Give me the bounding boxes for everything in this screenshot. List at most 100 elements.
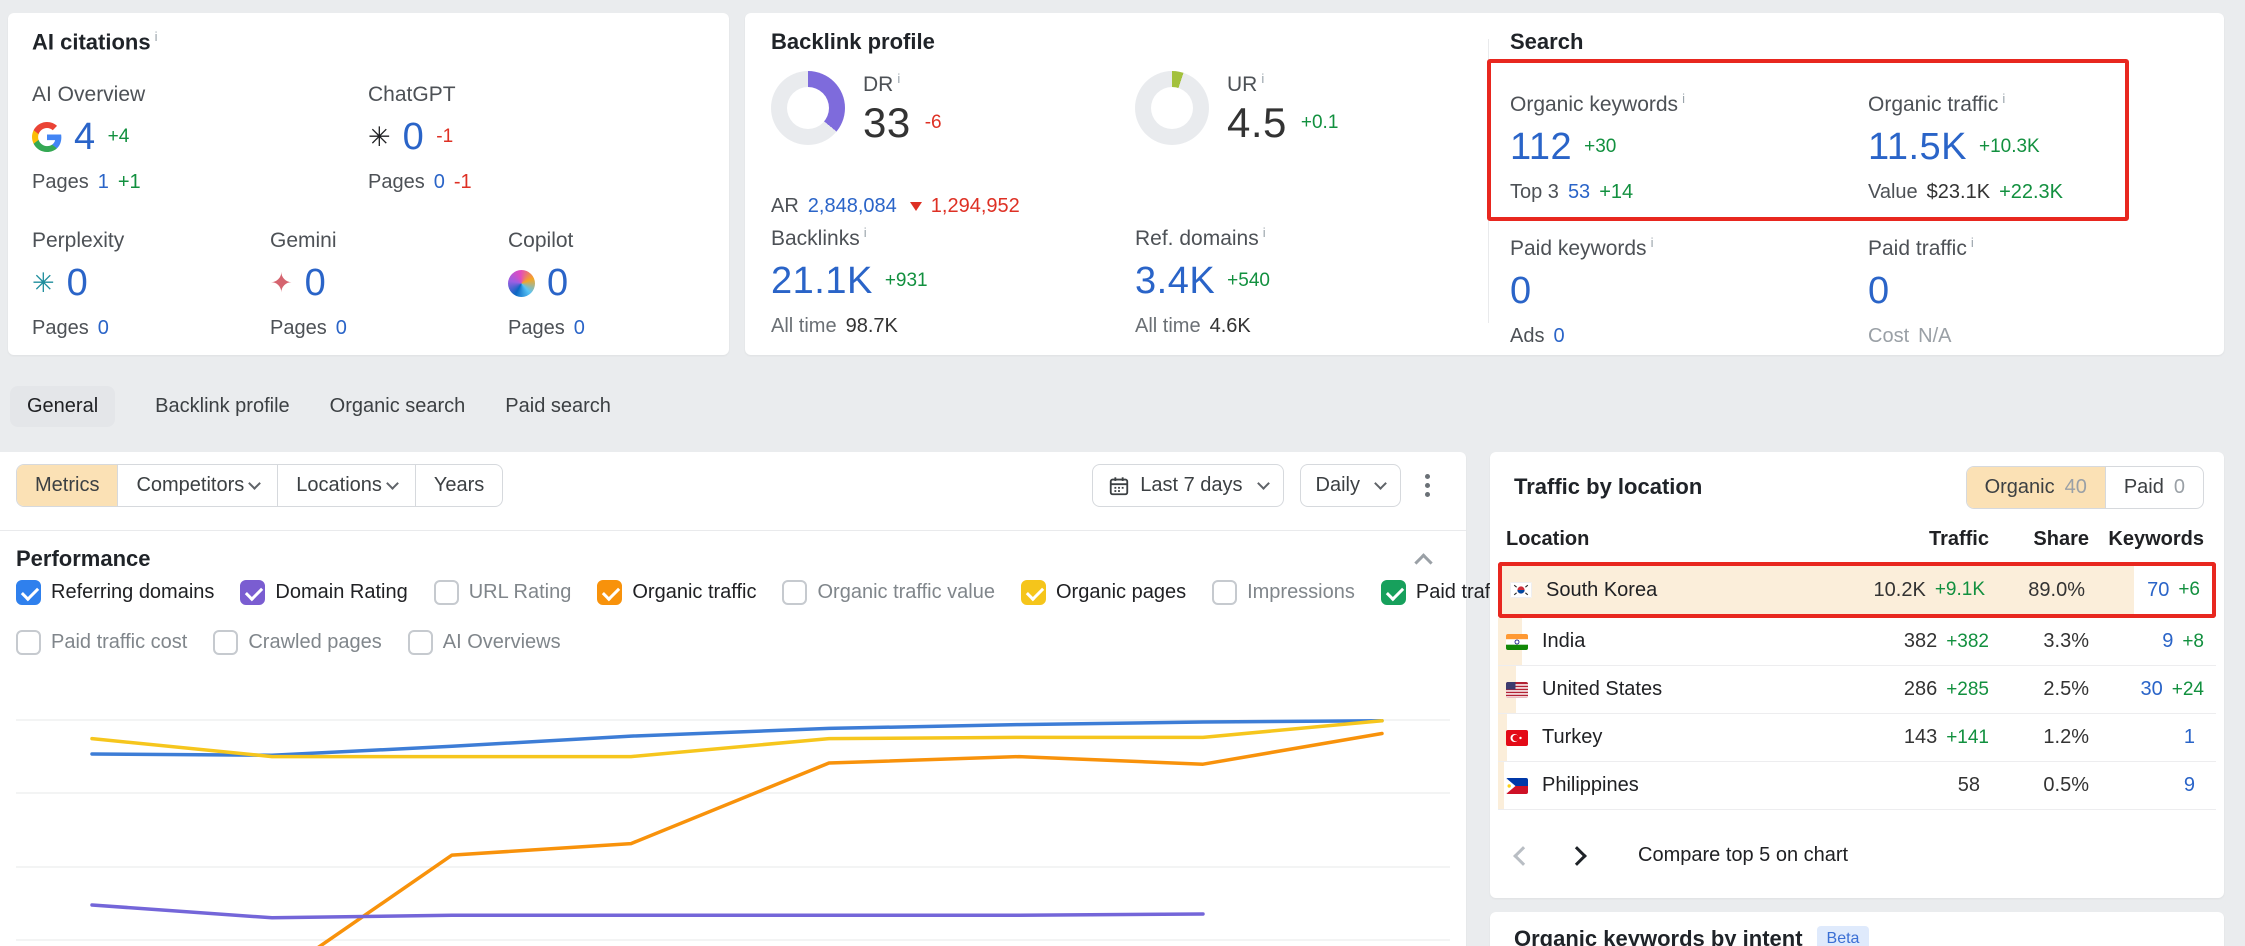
toggle-domain-rating[interactable]: Domain Rating: [240, 580, 407, 605]
location-name[interactable]: Philippines: [1542, 774, 1639, 797]
pages-value[interactable]: 0: [98, 317, 109, 340]
traffic-value: 10.2K: [1874, 579, 1926, 602]
engine-value[interactable]: 0: [547, 262, 569, 305]
ur-value: 4.5: [1227, 99, 1287, 147]
years-segment[interactable]: Years: [415, 465, 502, 506]
paid-keywords-value[interactable]: 0: [1510, 270, 1532, 313]
ads-value[interactable]: 0: [1553, 325, 1564, 348]
pages-value[interactable]: 0: [574, 317, 585, 340]
info-icon[interactable]: i: [1651, 235, 1654, 250]
ar-row: AR 2,848,084 1,294,952: [771, 195, 1020, 218]
toggle-organic-pages[interactable]: Organic pages: [1021, 580, 1186, 605]
engine-value[interactable]: 0: [403, 116, 425, 159]
toggle-url-rating[interactable]: URL Rating: [434, 580, 572, 605]
pages-value[interactable]: 0: [434, 171, 445, 194]
ref-domains-label: Ref. domains: [1135, 227, 1259, 250]
location-name[interactable]: South Korea: [1546, 579, 1657, 602]
toggle-organic[interactable]: Organic40: [1967, 467, 2105, 508]
backlinks-value[interactable]: 21.1K: [771, 260, 873, 303]
table-pager: Compare top 5 on chart: [1516, 844, 1848, 867]
compare-top5-link[interactable]: Compare top 5 on chart: [1638, 844, 1848, 867]
performance-chart[interactable]: [8, 680, 1458, 946]
table-row-philippines: Philippines 58 0.5% 9: [1498, 762, 2216, 810]
top3-value[interactable]: 53: [1568, 181, 1590, 204]
col-share: Share: [1989, 528, 2089, 551]
previous-page-chevron-icon[interactable]: [1513, 846, 1533, 866]
traffic-delta: +141: [1946, 727, 1989, 749]
engine-value[interactable]: 4: [74, 116, 96, 159]
pages-delta: -1: [454, 171, 472, 194]
location-name[interactable]: India: [1542, 630, 1585, 653]
info-icon[interactable]: i: [1682, 91, 1685, 106]
toggle-impressions[interactable]: Impressions: [1212, 580, 1355, 605]
table-row-india: India 382+382 3.3% 9+8: [1498, 618, 2216, 666]
engine-label: Gemini: [270, 229, 490, 253]
flag-philippines: [1506, 778, 1528, 794]
info-icon[interactable]: i: [864, 225, 867, 240]
col-traffic: Traffic: [1814, 528, 1989, 551]
tab-general[interactable]: General: [10, 386, 115, 427]
more-options-kebab-icon[interactable]: [1417, 464, 1438, 507]
ar-value[interactable]: 2,848,084: [808, 195, 897, 218]
toggle-organic-traffic-value[interactable]: Organic traffic value: [782, 580, 995, 605]
pages-label: Pages: [508, 317, 565, 340]
toggle-ai-overviews[interactable]: AI Overviews: [408, 630, 561, 655]
keywords-value[interactable]: 70: [2147, 579, 2169, 602]
pages-value[interactable]: 1: [98, 171, 109, 194]
engine-value[interactable]: 0: [67, 262, 89, 305]
location-name[interactable]: United States: [1542, 678, 1662, 701]
organic-traffic-value[interactable]: 11.5K: [1868, 126, 1967, 169]
ref-domains-value[interactable]: 3.4K: [1135, 260, 1215, 303]
keywords-delta: +24: [2172, 679, 2204, 701]
chatgpt-icon: ✳: [368, 122, 391, 152]
toggle-paid-traffic-cost[interactable]: Paid traffic cost: [16, 630, 187, 655]
value-label: Value: [1868, 181, 1918, 204]
toggle-referring-domains[interactable]: Referring domains: [16, 580, 214, 605]
keywords-value[interactable]: 9: [2184, 774, 2195, 797]
engine-label: AI Overview: [32, 83, 332, 107]
pages-label: Pages: [270, 317, 327, 340]
metrics-segment[interactable]: Metrics: [17, 465, 117, 506]
granularity-dropdown[interactable]: Daily: [1300, 464, 1401, 507]
keywords-value[interactable]: 30: [2141, 678, 2163, 701]
organic-keywords-value[interactable]: 112: [1510, 126, 1572, 169]
toggle-label: URL Rating: [469, 581, 572, 604]
keywords-by-intent-title: Organic keywords by intent: [1514, 926, 1803, 946]
info-icon[interactable]: i: [1971, 235, 1974, 250]
next-page-chevron-icon[interactable]: [1567, 846, 1587, 866]
info-icon[interactable]: i: [2002, 91, 2005, 106]
info-icon[interactable]: i: [1263, 225, 1266, 240]
share-value: 1.2%: [2043, 726, 2089, 749]
perplexity-block: Perplexity ✳ 0 Pages0: [32, 229, 252, 340]
chevron-down-icon: [248, 477, 261, 490]
tab-backlink-profile[interactable]: Backlink profile: [155, 386, 290, 427]
toggle-organic-traffic[interactable]: Organic traffic: [597, 580, 756, 605]
collapse-section-chevron-icon[interactable]: [1414, 553, 1432, 571]
toggle-paid[interactable]: Paid0: [2105, 467, 2203, 508]
tab-paid-search[interactable]: Paid search: [505, 386, 611, 427]
organic-paid-toggle: Organic40 Paid0: [1966, 466, 2204, 509]
pages-label: Pages: [32, 317, 89, 340]
engine-value[interactable]: 0: [305, 262, 327, 305]
date-range-dropdown[interactable]: Last 7 days: [1092, 464, 1283, 507]
ar-delta: 1,294,952: [931, 195, 1020, 218]
granularity-label: Daily: [1316, 474, 1360, 497]
locations-segment[interactable]: Locations: [277, 465, 415, 506]
info-icon[interactable]: i: [897, 71, 900, 86]
calendar-icon: [1108, 475, 1130, 497]
keywords-value[interactable]: 1: [2184, 726, 2195, 749]
info-icon[interactable]: i: [1261, 71, 1264, 86]
location-name[interactable]: Turkey: [1542, 726, 1602, 749]
toggle-label: Paid traffic cost: [51, 631, 187, 654]
toggle-label: Crawled pages: [248, 631, 381, 654]
tab-organic-search[interactable]: Organic search: [330, 386, 466, 427]
toggle-crawled-pages[interactable]: Crawled pages: [213, 630, 381, 655]
paid-keywords-block: Paid keywordsi 0 Ads0: [1510, 235, 1850, 348]
paid-traffic-value[interactable]: 0: [1868, 270, 1890, 313]
pages-value[interactable]: 0: [336, 317, 347, 340]
google-icon: [32, 122, 62, 152]
copilot-icon: [508, 270, 535, 297]
keywords-value[interactable]: 9: [2162, 630, 2173, 653]
info-icon[interactable]: i: [155, 29, 158, 44]
competitors-segment[interactable]: Competitors: [117, 465, 277, 506]
